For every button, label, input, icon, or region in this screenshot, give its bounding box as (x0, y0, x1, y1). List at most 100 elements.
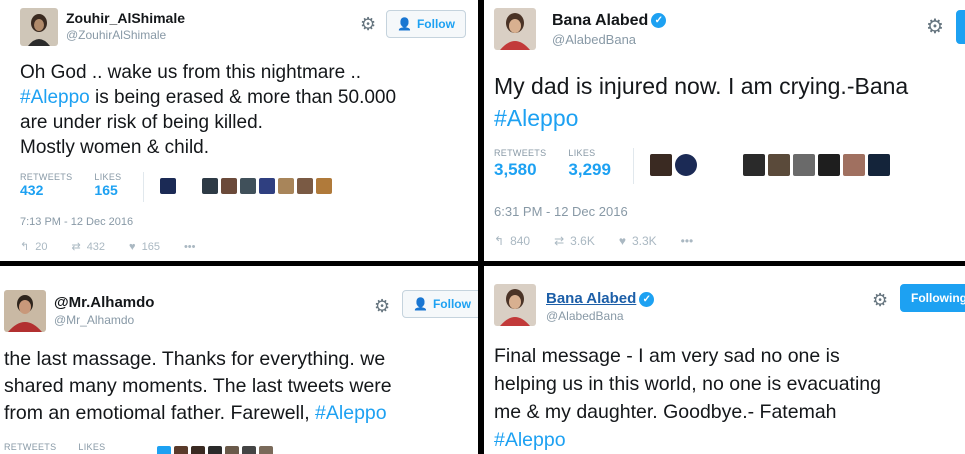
liker-avatar[interactable] (221, 178, 238, 194)
retweets-stat[interactable]: RETWEETS 3,580 (494, 148, 546, 180)
tweet-card: Bana Alabed ✓ @AlabedBana ⚙ Following Fin… (484, 266, 965, 454)
liker-avatar[interactable] (842, 154, 865, 176)
tweet-card: Zouhir_AlShimale @ZouhirAlShimale ⚙ 👤 Fo… (0, 0, 478, 261)
liker-avatar[interactable] (242, 446, 257, 454)
reply-count: 840 (510, 234, 531, 248)
liker-avatar[interactable] (674, 154, 697, 176)
avatar[interactable] (20, 8, 58, 46)
verified-badge-icon: ✓ (651, 13, 667, 29)
add-user-icon: 👤 (413, 297, 428, 311)
tweet-header: @Mr.Alhamdo @Mr_Alhamdo ⚙ 👤 Follow (4, 290, 478, 332)
likes-count: 165 (94, 182, 118, 198)
liker-avatar[interactable] (297, 178, 314, 194)
tweet-stats: RETWEETS 3,580 LIKES 3,299 (494, 148, 957, 188)
tweet-stats: RETWEETS LIKES (4, 442, 470, 454)
retweet-button[interactable]: ⇄ 3.6K (554, 234, 595, 248)
likes-count: 3,299 (568, 160, 611, 179)
avatar[interactable] (494, 284, 536, 326)
gear-icon[interactable]: ⚙ (926, 14, 944, 39)
user-handle[interactable]: @ZouhirAlShimale (66, 28, 185, 42)
follow-button[interactable]: 👤 Follow (402, 290, 478, 318)
likes-label: LIKES (568, 148, 596, 158)
retweet-button[interactable]: ⇄ 432 (71, 240, 106, 254)
likes-label: LIKES (78, 442, 106, 452)
liker-avatars (157, 446, 276, 454)
user-handle[interactable]: @AlabedBana (546, 309, 654, 323)
liker-avatar[interactable] (316, 178, 333, 194)
liker-avatar[interactable] (278, 178, 295, 194)
tweet-header: Zouhir_AlShimale @ZouhirAlShimale ⚙ 👤 Fo… (20, 8, 468, 50)
liker-avatar[interactable] (259, 446, 274, 454)
retweet-icon: ⇄ (71, 241, 81, 253)
liker-avatar[interactable] (817, 154, 840, 176)
gear-icon[interactable]: ⚙ (872, 290, 888, 311)
retweets-label: RETWEETS (20, 172, 73, 182)
reply-count: 20 (35, 240, 48, 253)
hashtag-link[interactable]: #Aleppo (494, 105, 578, 131)
like-button[interactable]: ♥ 165 (129, 241, 160, 253)
heart-icon: ♥ (618, 234, 626, 248)
follow-button-label: Follow (432, 297, 471, 311)
liker-avatar[interactable] (767, 154, 790, 176)
retweets-count: 3,580 (494, 160, 537, 179)
tweet-stats: RETWEETS 432 LIKES 165 (20, 172, 470, 206)
liker-avatar[interactable] (208, 446, 223, 454)
retweets-stat[interactable]: RETWEETS (4, 442, 56, 452)
liker-avatar[interactable] (160, 178, 177, 194)
tweet-actions: ↰ 840 ⇄ 3.6K ♥ 3.3K ••• (494, 234, 717, 248)
avatar[interactable] (4, 290, 46, 332)
add-user-icon: 👤 (397, 17, 412, 31)
follow-button[interactable] (956, 10, 965, 44)
divider (143, 172, 145, 202)
retweet-count: 432 (86, 240, 106, 253)
liker-avatar[interactable] (225, 446, 240, 454)
retweet-count: 3.6K (570, 234, 595, 248)
following-button[interactable]: Following (900, 284, 965, 312)
like-button[interactable]: ♥ 3.3K (619, 234, 657, 248)
user-handle[interactable]: @Mr_Alhamdo (54, 313, 154, 327)
hashtag-link[interactable]: #Aleppo (315, 402, 387, 424)
liker-avatar[interactable] (240, 178, 257, 194)
liker-avatar[interactable] (259, 178, 276, 194)
user-handle[interactable]: @AlabedBana (552, 32, 666, 47)
follow-button-label: Follow (416, 17, 455, 31)
reply-icon: ↰ (20, 241, 30, 253)
tweet-text-part: Final message - I am very sad no one is … (494, 345, 881, 423)
liker-avatar[interactable] (157, 446, 172, 454)
likes-stat[interactable]: LIKES 3,299 (568, 148, 611, 180)
follow-button[interactable]: 👤 Follow (386, 10, 466, 38)
avatar[interactable] (494, 8, 536, 50)
retweets-stat[interactable]: RETWEETS 432 (20, 172, 72, 198)
tweet-text-part: Oh God .. wake us from this nightmare .. (20, 62, 362, 83)
liker-avatar[interactable] (649, 154, 672, 176)
display-name[interactable]: @Mr.Alhamdo (54, 294, 154, 311)
liker-avatar[interactable] (867, 154, 890, 176)
liker-avatars (160, 178, 335, 194)
likes-stat[interactable]: LIKES 165 (94, 172, 121, 198)
hashtag-link[interactable]: #Aleppo (20, 87, 90, 108)
gear-icon[interactable]: ⚙ (374, 296, 390, 317)
like-count: 165 (141, 240, 160, 253)
reply-button[interactable]: ↰ 20 (20, 240, 48, 254)
tweet-timestamp[interactable]: 7:13 PM - 12 Dec 2016 (20, 216, 133, 228)
tweet-timestamp[interactable]: 6:31 PM - 12 Dec 2016 (494, 204, 628, 219)
likes-label: LIKES (94, 172, 122, 182)
likes-stat[interactable]: LIKES (78, 442, 105, 452)
reply-button[interactable]: ↰ 840 (494, 234, 530, 248)
tweet-actions: ↰ 20 ⇄ 432 ♥ 165 ••• (20, 240, 220, 254)
more-button[interactable]: ••• (681, 234, 694, 248)
verified-badge-icon: ✓ (639, 291, 655, 307)
retweets-label: RETWEETS (494, 148, 547, 158)
gear-icon[interactable]: ⚙ (360, 14, 376, 35)
liker-avatar[interactable] (174, 446, 189, 454)
display-name[interactable]: Bana Alabed ✓ (546, 290, 655, 307)
retweets-count: 432 (20, 182, 44, 198)
display-name[interactable]: Zouhir_AlShimale (66, 10, 185, 26)
liker-avatar[interactable] (191, 446, 206, 454)
display-name[interactable]: Bana Alabed ✓ (552, 12, 667, 30)
hashtag-link[interactable]: #Aleppo (494, 429, 566, 451)
liker-avatar[interactable] (742, 154, 765, 176)
liker-avatar[interactable] (792, 154, 815, 176)
more-button[interactable]: ••• (184, 241, 196, 253)
liker-avatar[interactable] (202, 178, 219, 194)
